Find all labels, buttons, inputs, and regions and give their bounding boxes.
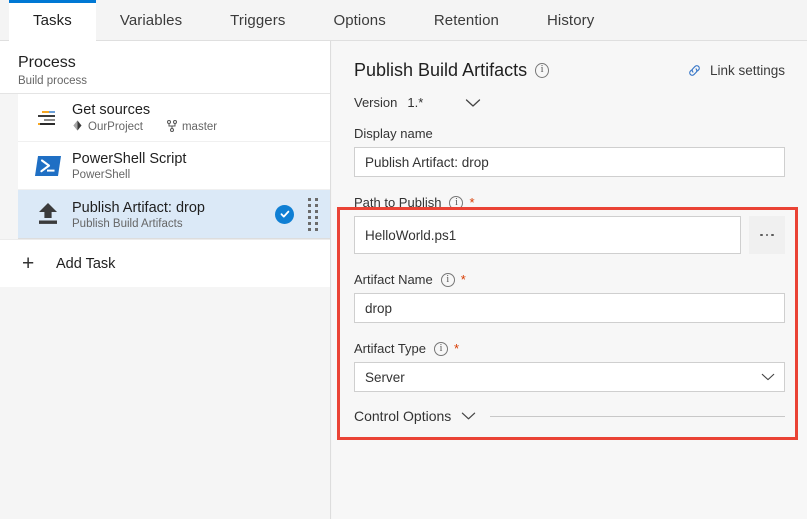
tab-retention-label: Retention bbox=[433, 11, 499, 29]
tasks-left-pane: Process Build process Get sources OurPro… bbox=[0, 41, 331, 519]
task-details-pane: Publish Build Artifacts i Link settings … bbox=[332, 41, 807, 519]
publish-upload-icon bbox=[33, 201, 63, 227]
version-chevron-down-icon[interactable] bbox=[465, 98, 481, 108]
info-icon[interactable]: i bbox=[535, 62, 550, 78]
powershell-icon bbox=[33, 153, 63, 179]
branch-icon bbox=[166, 119, 177, 135]
process-subtitle: Build process bbox=[18, 75, 88, 87]
path-to-publish-row bbox=[354, 216, 785, 254]
control-options-divider bbox=[490, 415, 785, 417]
task-name: Get sources bbox=[72, 101, 151, 118]
tab-options-label: Options bbox=[333, 11, 386, 29]
task-row-publish-artifact[interactable]: Publish Artifact: drop Publish Build Art… bbox=[18, 190, 330, 238]
repository-icon bbox=[72, 120, 83, 134]
process-title: Process bbox=[18, 54, 76, 71]
info-icon[interactable]: i bbox=[434, 341, 449, 356]
control-options-section[interactable]: Control Options bbox=[332, 408, 807, 424]
tab-tasks[interactable]: Tasks bbox=[9, 0, 96, 41]
info-icon[interactable]: i bbox=[440, 272, 455, 287]
task-list: Get sources OurProject master PowerShell… bbox=[18, 94, 330, 239]
browse-ellipsis-button[interactable] bbox=[749, 216, 785, 254]
task-row-powershell-script[interactable]: PowerShell Script PowerShell bbox=[18, 142, 330, 190]
task-publish-text: Publish Artifact: drop Publish Build Art… bbox=[72, 199, 275, 230]
control-options-chevron-down-icon[interactable] bbox=[461, 411, 476, 421]
process-header[interactable]: Process Build process bbox=[0, 41, 330, 94]
label-text: Path to Publish bbox=[354, 195, 442, 210]
field-artifact-name: Artifact Name i * bbox=[354, 272, 785, 323]
tab-history-label: History bbox=[546, 11, 595, 29]
tab-options[interactable]: Options bbox=[309, 0, 409, 40]
task-drag-handle-icon[interactable] bbox=[308, 197, 319, 231]
link-icon bbox=[687, 63, 702, 78]
display-name-input[interactable] bbox=[354, 147, 785, 177]
tab-variables[interactable]: Variables bbox=[96, 0, 206, 40]
branch-name: master bbox=[181, 121, 218, 133]
task-details-header: Publish Build Artifacts i Link settings bbox=[354, 59, 785, 81]
task-get-sources-text: Get sources OurProject master bbox=[72, 101, 330, 135]
version-label: Version bbox=[354, 95, 398, 110]
task-subtitle-label: Publish Build Artifacts bbox=[72, 217, 183, 230]
artifact-type-select[interactable] bbox=[354, 362, 785, 392]
field-path-to-publish: Path to Publish i * bbox=[354, 195, 785, 254]
repo-name: OurProject bbox=[88, 121, 143, 133]
ellipsis-icon bbox=[765, 233, 769, 237]
tab-retention[interactable]: Retention bbox=[410, 0, 523, 40]
required-asterisk: * bbox=[460, 272, 466, 287]
tab-triggers[interactable]: Triggers bbox=[206, 0, 309, 40]
tab-history[interactable]: History bbox=[523, 0, 618, 40]
required-asterisk: * bbox=[469, 195, 475, 210]
link-settings-button[interactable]: Link settings bbox=[687, 63, 785, 78]
task-enabled-check-icon[interactable] bbox=[275, 204, 294, 224]
required-asterisk: * bbox=[454, 341, 460, 356]
task-subtitle-label: PowerShell bbox=[72, 169, 131, 181]
tab-strip-lead-spacer bbox=[0, 0, 9, 40]
get-sources-icon bbox=[33, 110, 63, 126]
task-subtitle: OurProject master bbox=[72, 119, 330, 135]
label-text: Artifact Type bbox=[354, 341, 427, 356]
azure-pipelines-build-definition: Tasks Variables Triggers Options Retenti… bbox=[0, 0, 807, 519]
task-row-get-sources[interactable]: Get sources OurProject master bbox=[18, 94, 330, 142]
field-path-to-publish-label: Path to Publish i * bbox=[354, 195, 785, 210]
tab-strip: Tasks Variables Triggers Options Retenti… bbox=[0, 0, 807, 41]
field-artifact-name-label: Artifact Name i * bbox=[354, 272, 785, 287]
artifact-name-input[interactable] bbox=[354, 293, 785, 323]
plus-icon: + bbox=[22, 252, 35, 275]
artifact-type-select-wrap bbox=[354, 362, 785, 392]
page-title: Publish Build Artifacts bbox=[354, 60, 528, 80]
branch-info: master bbox=[166, 119, 218, 135]
path-to-publish-input[interactable] bbox=[354, 216, 741, 254]
task-subtitle: Publish Build Artifacts bbox=[72, 218, 275, 230]
field-artifact-type-label: Artifact Type i * bbox=[354, 341, 785, 356]
label-text: Display name bbox=[354, 126, 433, 141]
tab-tasks-label: Tasks bbox=[33, 11, 72, 29]
field-display-name-label: Display name bbox=[354, 126, 785, 141]
task-powershell-text: PowerShell Script PowerShell bbox=[72, 150, 330, 181]
info-icon[interactable]: i bbox=[449, 195, 464, 210]
task-name: PowerShell Script bbox=[72, 151, 187, 167]
repo-info: OurProject bbox=[72, 120, 143, 134]
task-subtitle: PowerShell bbox=[72, 169, 330, 181]
field-artifact-type: Artifact Type i * bbox=[354, 341, 785, 392]
ellipsis-icon bbox=[760, 233, 763, 237]
add-task-label: Add Task bbox=[56, 255, 116, 272]
field-display-name: Display name bbox=[354, 126, 785, 177]
task-name: Publish Artifact: drop bbox=[72, 199, 205, 216]
tab-triggers-label: Triggers bbox=[230, 11, 286, 29]
control-options-label: Control Options bbox=[354, 408, 452, 424]
add-task-button[interactable]: + Add Task bbox=[0, 239, 330, 287]
version-row: Version 1.* bbox=[354, 95, 785, 110]
label-text: Artifact Name bbox=[354, 272, 433, 287]
tab-variables-label: Variables bbox=[119, 11, 183, 29]
version-value: 1.* bbox=[407, 95, 424, 110]
ellipsis-icon bbox=[771, 233, 774, 237]
link-settings-label: Link settings bbox=[709, 62, 785, 78]
task-details-inner: Publish Build Artifacts i Link settings … bbox=[332, 41, 807, 392]
